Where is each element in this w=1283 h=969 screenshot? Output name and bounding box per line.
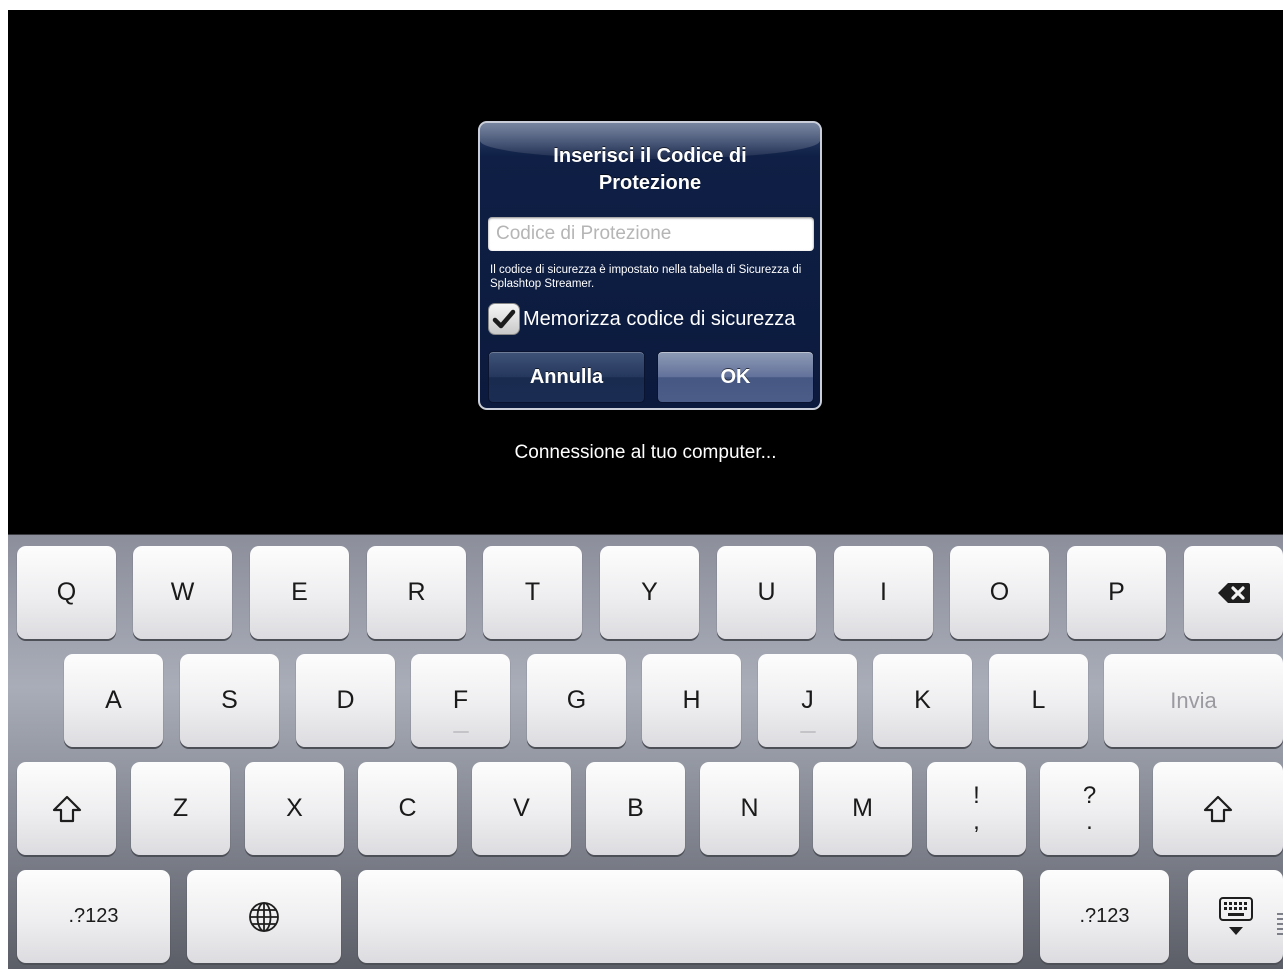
app-screen: Inserisci il Codice di Protezione Il cod… — [8, 10, 1283, 969]
key-s[interactable]: S — [180, 654, 279, 747]
key-g[interactable]: G — [527, 654, 626, 747]
key-q[interactable]: Q — [17, 546, 116, 639]
numbers-key-right[interactable]: .?123 — [1040, 870, 1169, 963]
shift-icon — [52, 795, 81, 822]
checkmark-icon — [492, 309, 516, 329]
key-e[interactable]: E — [250, 546, 349, 639]
key-w[interactable]: W — [133, 546, 232, 639]
key-period-label: . — [1086, 807, 1093, 835]
key-h[interactable]: H — [642, 654, 741, 747]
key-m[interactable]: M — [813, 762, 912, 855]
globe-key[interactable] — [187, 870, 341, 963]
dialog-title: Inserisci il Codice di Protezione — [480, 143, 820, 197]
key-comma-label: , — [973, 807, 980, 835]
key-v[interactable]: V — [472, 762, 571, 855]
key-x[interactable]: X — [245, 762, 344, 855]
dismiss-keyboard-key[interactable] — [1188, 870, 1283, 963]
key-question-period[interactable]: ? . — [1040, 762, 1139, 855]
connection-status: Connessione al tuo computer... — [514, 442, 777, 463]
globe-icon — [249, 901, 279, 932]
key-f[interactable]: F — [411, 654, 510, 747]
key-o[interactable]: O — [950, 546, 1049, 639]
key-exclaim-comma[interactable]: ! , — [927, 762, 1026, 855]
space-key[interactable] — [358, 870, 1023, 963]
security-code-hint: Il codice di sicurezza è impostato nella… — [490, 264, 802, 290]
cancel-button[interactable]: Annulla — [488, 351, 645, 403]
security-code-input[interactable] — [488, 217, 814, 251]
key-l[interactable]: L — [989, 654, 1088, 747]
key-y[interactable]: Y — [600, 546, 699, 639]
keyboard-dismiss-icon — [1218, 896, 1253, 935]
key-k[interactable]: K — [873, 654, 972, 747]
key-b[interactable]: B — [586, 762, 685, 855]
key-i[interactable]: I — [834, 546, 933, 639]
dialog-title-line-1: Inserisci il Codice di — [553, 145, 747, 167]
key-r[interactable]: R — [367, 546, 466, 639]
onscreen-keyboard: Q W E R T Y U I O P A S D F G H J K L In… — [8, 534, 1283, 969]
key-c[interactable]: C — [358, 762, 457, 855]
remember-code-checkbox[interactable] — [488, 303, 520, 335]
key-t[interactable]: T — [483, 546, 582, 639]
keyboard-grip — [1277, 913, 1283, 943]
return-key[interactable]: Invia — [1104, 654, 1283, 747]
backspace-key[interactable] — [1184, 546, 1283, 639]
key-j[interactable]: J — [758, 654, 857, 747]
key-d[interactable]: D — [296, 654, 395, 747]
shift-key-right[interactable] — [1153, 762, 1283, 855]
key-u[interactable]: U — [717, 546, 816, 639]
shift-key-left[interactable] — [17, 762, 116, 855]
remember-code-label: Memorizza codice di sicurezza — [523, 307, 796, 330]
dialog-title-line-2: Protezione — [598, 172, 702, 194]
key-n[interactable]: N — [700, 762, 799, 855]
key-exclaim-comma-labels: ! , — [973, 781, 980, 835]
numbers-key-left[interactable]: .?123 — [17, 870, 170, 963]
key-question-label: ? — [1082, 781, 1097, 809]
shift-icon — [1203, 795, 1233, 822]
key-a[interactable]: A — [64, 654, 163, 747]
key-question-period-labels: ? . — [1082, 781, 1097, 835]
security-code-dialog: Inserisci il Codice di Protezione Il cod… — [478, 121, 822, 410]
key-exclaim-label: ! — [973, 781, 980, 809]
backspace-icon — [1217, 582, 1250, 603]
key-p[interactable]: P — [1067, 546, 1166, 639]
ok-button[interactable]: OK — [657, 351, 814, 403]
remember-code-checkbox-row[interactable]: Memorizza codice di sicurezza — [488, 302, 818, 336]
key-z[interactable]: Z — [131, 762, 230, 855]
